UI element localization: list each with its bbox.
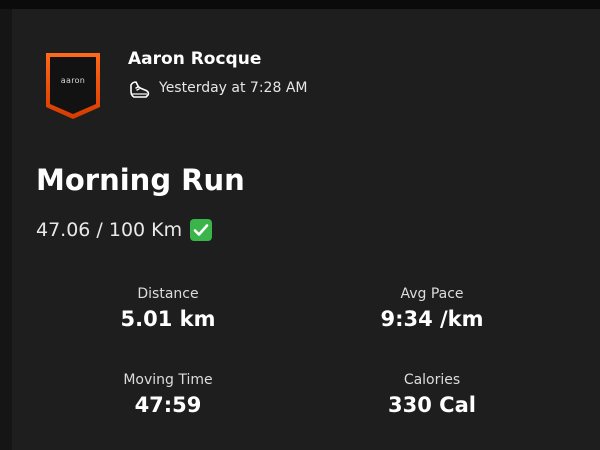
stat-label: Calories — [403, 372, 461, 388]
goal-progress-text: 47.06 / 100 Km — [36, 219, 183, 241]
check-mark-icon — [190, 219, 213, 241]
top-bar — [0, 0, 600, 9]
activity-title[interactable]: Morning Run — [36, 163, 245, 197]
stat-label: Avg Pace — [400, 286, 464, 302]
athlete-name[interactable]: Aaron Rocque — [128, 49, 261, 69]
stat-moving-time: Moving Time 47:59 — [58, 372, 278, 417]
stat-value: 5.01 km — [120, 307, 216, 331]
shoe-icon — [130, 81, 150, 98]
stat-calories: Calories 330 Cal — [322, 372, 542, 417]
avatar-label: aaron — [60, 75, 86, 85]
goal-progress-row: 47.06 / 100 Km — [36, 218, 213, 242]
stat-value: 47:59 — [134, 393, 202, 417]
avatar[interactable]: aaron — [42, 51, 104, 121]
activity-card[interactable]: aaron Aaron Rocque Yesterday at 7:28 AM … — [12, 9, 600, 450]
activity-timestamp: Yesterday at 7:28 AM — [159, 80, 308, 96]
left-edge — [0, 9, 12, 450]
stat-label: Distance — [137, 286, 199, 302]
stat-distance: Distance 5.01 km — [58, 286, 278, 331]
stat-value: 9:34 /km — [380, 307, 484, 331]
stat-label: Moving Time — [123, 372, 213, 388]
stat-avg-pace: Avg Pace 9:34 /km — [322, 286, 542, 331]
stat-value: 330 Cal — [388, 393, 476, 417]
